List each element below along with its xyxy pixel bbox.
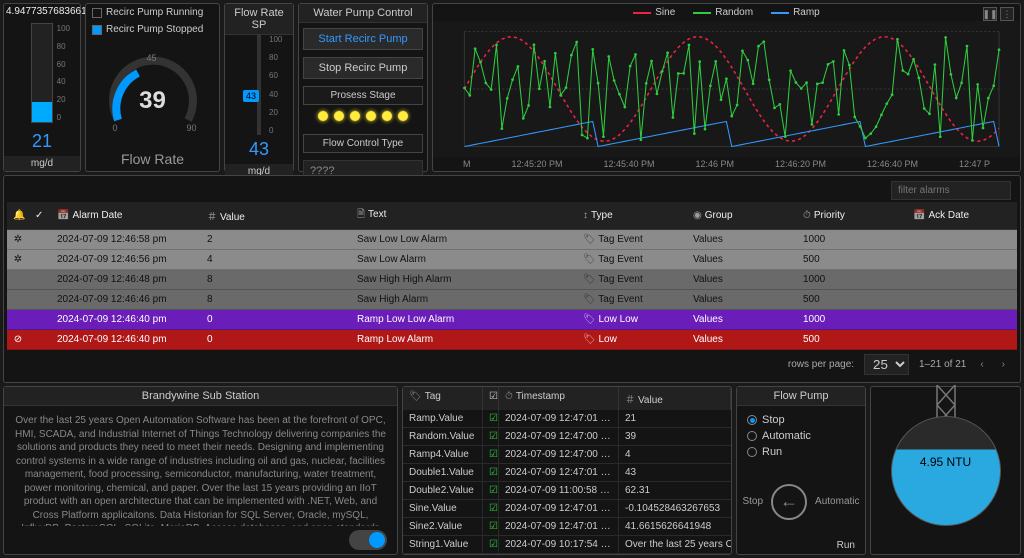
tag-row[interactable]: Double2.Value☑2024-07-09 11:00:58 am62.3… [403,482,731,500]
chart-pause-button[interactable]: ❚❚ [983,7,997,21]
flow-sp-thumb: 43 [243,90,259,102]
stop-recirc-button[interactable]: Stop Recirc Pump [303,57,423,79]
page-next-button[interactable]: › [998,359,1009,370]
substation-toggle[interactable] [349,530,387,550]
chart-settings-button[interactable]: ⋮ [1000,7,1014,21]
precision-readout: 4.94773576836617 [4,4,80,19]
flow-rate-sp-panel: Flow Rate SP 43 100806040200 43 mg/d [224,3,294,172]
flow-pump-run-label: Run [837,540,855,551]
flow-pump-dial[interactable]: ← [771,484,807,520]
process-stage-dots [303,105,423,127]
level-value: 21 [4,127,80,156]
alarm-row[interactable]: ⊘2024-07-09 12:46:40 pm0Ramp Low Alarm🏷 … [7,330,1017,350]
process-stage-title: Prosess Stage [303,86,423,105]
substation-body: Over the last 25 years Open Automation S… [4,406,397,526]
trend-chart[interactable] [433,21,1020,157]
page-prev-button[interactable]: ‹ [976,359,987,370]
pump-title: Water Pump Control [299,4,427,23]
flow-sp-value: 43 [225,135,293,164]
recirc-stopped-label: Recirc Pump Stopped [106,24,203,35]
tag-row[interactable]: Double1.Value☑2024-07-09 12:47:01 pm43 [403,464,731,482]
tag-row[interactable]: String1.Value☑2024-07-09 10:17:54 amOver… [403,536,731,554]
recirc-running-label: Recirc Pump Running [106,7,203,18]
flow-sp-slider[interactable]: 43 100806040200 [257,35,261,135]
tag-row[interactable]: Sine2.Value☑2024-07-09 12:47:01 pm41.661… [403,518,731,536]
flow-pump-radio-automatic[interactable]: Automatic [747,428,855,444]
level-bar: 100806040200 [31,23,53,123]
alarm-row[interactable]: 2024-07-09 12:46:46 pm8Saw High Alarm🏷 T… [7,290,1017,310]
tag-row[interactable]: Sine.Value☑2024-07-09 12:47:01 pm-0.1045… [403,500,731,518]
flow-pump-stop-label: Stop [742,496,763,507]
alarm-row[interactable]: ✲2024-07-09 12:46:58 pm2Saw Low Low Alar… [7,230,1017,250]
alarm-table: 🔔 ✓ 📅Alarm Date ＃Value 🗎Text ↕Type ◉Grou… [7,202,1017,350]
level-unit: mg/d [4,156,80,171]
flow-rate-value: 39 [103,87,203,115]
substation-title: Brandywine Sub Station [4,387,397,406]
col-bell-icon: 🔔 [7,202,29,230]
page-range: 1–21 of 21 [919,359,966,370]
flow-pump-auto-label: Automatic [815,496,859,507]
alarm-row[interactable]: 2024-07-09 12:46:48 pm8Saw High High Ala… [7,270,1017,290]
tag-row[interactable]: Ramp4.Value☑2024-07-09 12:47:00 pm4 [403,446,731,464]
col-ack-icon: ✓ [29,202,51,230]
flow-pump-radio-stop[interactable]: Stop [747,412,855,428]
flow-sp-title: Flow Rate SP [225,4,293,35]
water-pump-panel: Water Pump Control Start Recirc Pump Sto… [298,3,428,172]
chart-legend: SineRandomRamp [433,4,1020,21]
flow-rate-label: Flow Rate [86,151,219,171]
rows-per-page-label: rows per page: [788,359,854,370]
alarm-filter-input[interactable] [891,181,1011,200]
tank-value: 4.95 NTU [892,455,1000,469]
start-recirc-button[interactable]: Start Recirc Pump [303,28,423,50]
flow-rate-gauge: 39 0 45 90 [103,55,203,135]
tank-gauge: 4.95 NTU [891,416,1001,526]
trend-chart-panel: ❚❚ ⋮ SineRandomRamp M12:45:20 PM12:45:40… [432,3,1021,172]
alarm-row[interactable]: 2024-07-09 12:46:40 pm0Ramp Low Low Alar… [7,310,1017,330]
recirc-panel: Recirc Pump Running Recirc Pump Stopped … [85,3,220,172]
level-gauge-panel: 4.94773576836617 100806040200 21 mg/d [3,3,81,172]
rows-per-page-select[interactable]: 25 [864,354,909,375]
flow-control-type-title: Flow Control Type [303,134,423,153]
flow-pump-radio-run[interactable]: Run [747,444,855,460]
alarm-panel: 🔔 ✓ 📅Alarm Date ＃Value 🗎Text ↕Type ◉Grou… [3,175,1021,383]
tag-row[interactable]: Ramp.Value☑2024-07-09 12:47:01 pm21 [403,410,731,428]
alarm-row[interactable]: ✲2024-07-09 12:46:56 pm4Saw Low Alarm🏷 T… [7,250,1017,270]
tag-row[interactable]: Random.Value☑2024-07-09 12:47:00 pm39 [403,428,731,446]
flow-pump-title: Flow Pump [737,387,865,406]
